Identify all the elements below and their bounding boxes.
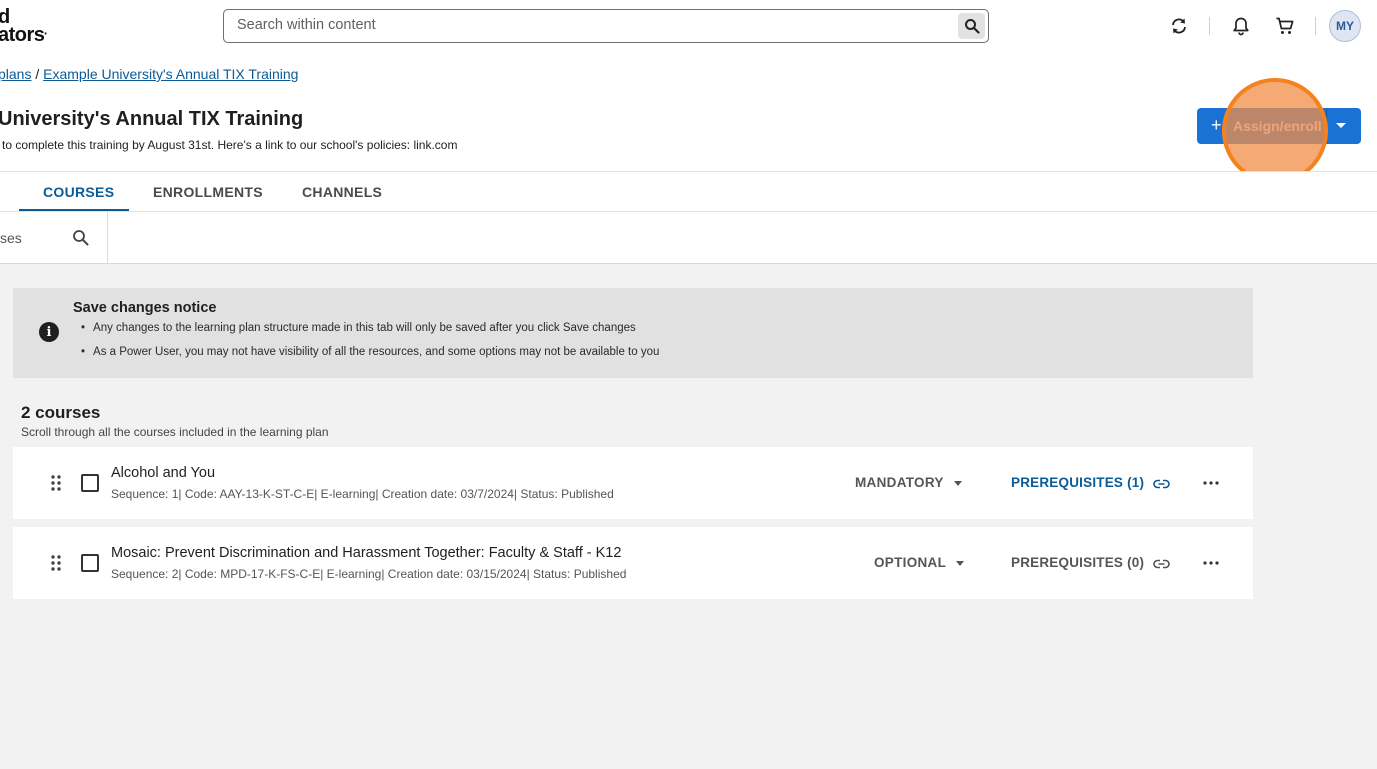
course-type-dropdown[interactable]: OPTIONAL xyxy=(874,555,965,570)
avatar[interactable]: MY xyxy=(1329,10,1361,42)
drag-handle-icon[interactable] xyxy=(50,474,62,492)
tab-bar: COURSES ENROLLMENTS CHANNELS xyxy=(0,171,1377,212)
courses-subtitle: Scroll through all the courses included … xyxy=(21,425,329,439)
notice-list: Any changes to the learning plan structu… xyxy=(81,322,659,370)
breadcrumb: plans / Example University's Annual TIX … xyxy=(0,66,298,82)
tab-courses[interactable]: COURSES xyxy=(43,184,114,200)
logo[interactable]: d ators• xyxy=(0,7,47,46)
breadcrumb-current-link[interactable]: Example University's Annual TIX Training xyxy=(43,66,298,82)
prerequisites-link[interactable]: PREREQUISITES (1) xyxy=(1011,475,1170,490)
plus-icon: + xyxy=(1211,115,1222,135)
course-row: Alcohol and You Sequence: 1| Code: AAY-1… xyxy=(13,447,1253,519)
prerequisites-link[interactable]: PREREQUISITES (0) xyxy=(1011,555,1170,570)
notice-title: Save changes notice xyxy=(73,300,217,316)
cart-icon xyxy=(1276,17,1294,34)
bell-icon xyxy=(1233,17,1249,36)
logo-line-2-text: ators xyxy=(0,24,45,46)
search-button[interactable] xyxy=(958,13,985,39)
course-checkbox[interactable] xyxy=(81,554,99,572)
more-options-button[interactable] xyxy=(1201,554,1221,572)
more-horizontal-icon xyxy=(1203,481,1219,485)
chevron-down-icon xyxy=(953,480,962,486)
course-type-label: MANDATORY xyxy=(855,475,944,490)
top-bar: d ators• MY xyxy=(0,0,1377,58)
sync-icon xyxy=(1172,18,1186,34)
toolbar-divider xyxy=(1209,17,1210,35)
page-title: University's Annual TIX Training xyxy=(0,108,304,130)
highlight-label: Assign/enroll xyxy=(1233,118,1322,134)
course-meta: Sequence: 1| Code: AAY-13-K-ST-C-E| E-le… xyxy=(111,487,614,501)
cart-button[interactable] xyxy=(1273,14,1297,38)
notice-item: Any changes to the learning plan structu… xyxy=(81,322,659,346)
sync-button[interactable] xyxy=(1167,14,1191,38)
course-row: Mosaic: Prevent Discrimination and Haras… xyxy=(13,527,1253,599)
link-icon xyxy=(1153,559,1170,569)
split-divider xyxy=(1326,108,1327,144)
prerequisites-label: PREREQUISITES (0) xyxy=(1011,555,1145,570)
search-input[interactable] xyxy=(237,17,937,33)
page-header: plans / Example University's Annual TIX … xyxy=(0,58,1377,171)
link-icon xyxy=(1153,479,1170,489)
tab-enrollments[interactable]: ENROLLMENTS xyxy=(153,184,263,200)
toolbar-divider xyxy=(1315,17,1316,35)
info-icon: i xyxy=(39,322,59,342)
course-meta: Sequence: 2| Code: MPD-17-K-FS-C-E| E-le… xyxy=(111,567,627,581)
page-description: to complete this training by August 31st… xyxy=(2,138,458,152)
search-icon[interactable] xyxy=(72,229,90,247)
breadcrumb-parent-link[interactable]: plans xyxy=(0,66,31,82)
more-options-button[interactable] xyxy=(1201,474,1221,492)
courses-count: 2 courses xyxy=(21,403,101,422)
active-tab-indicator xyxy=(19,209,129,211)
course-checkbox[interactable] xyxy=(81,474,99,492)
course-search-input[interactable]: ses xyxy=(0,230,22,246)
course-title[interactable]: Mosaic: Prevent Discrimination and Haras… xyxy=(111,545,621,561)
more-horizontal-icon xyxy=(1203,561,1219,565)
course-type-label: OPTIONAL xyxy=(874,555,947,570)
logo-line-2: ators• xyxy=(0,24,47,46)
search-icon xyxy=(964,19,980,34)
prerequisites-label: PREREQUISITES (1) xyxy=(1011,475,1145,490)
notifications-button[interactable] xyxy=(1229,14,1253,38)
course-title[interactable]: Alcohol and You xyxy=(111,465,215,481)
chevron-down-icon[interactable] xyxy=(1336,123,1346,128)
filter-divider xyxy=(107,212,108,264)
global-search[interactable] xyxy=(223,9,989,43)
filter-bar: ses xyxy=(0,212,1377,264)
save-changes-notice: i Save changes notice Any changes to the… xyxy=(13,288,1253,378)
drag-handle-icon[interactable] xyxy=(50,554,62,572)
tab-channels[interactable]: CHANNELS xyxy=(302,184,382,200)
chevron-down-icon xyxy=(956,560,965,566)
breadcrumb-separator: / xyxy=(31,66,44,82)
notice-item: As a Power User, you may not have visibi… xyxy=(81,346,659,370)
course-type-dropdown[interactable]: MANDATORY xyxy=(855,475,962,490)
